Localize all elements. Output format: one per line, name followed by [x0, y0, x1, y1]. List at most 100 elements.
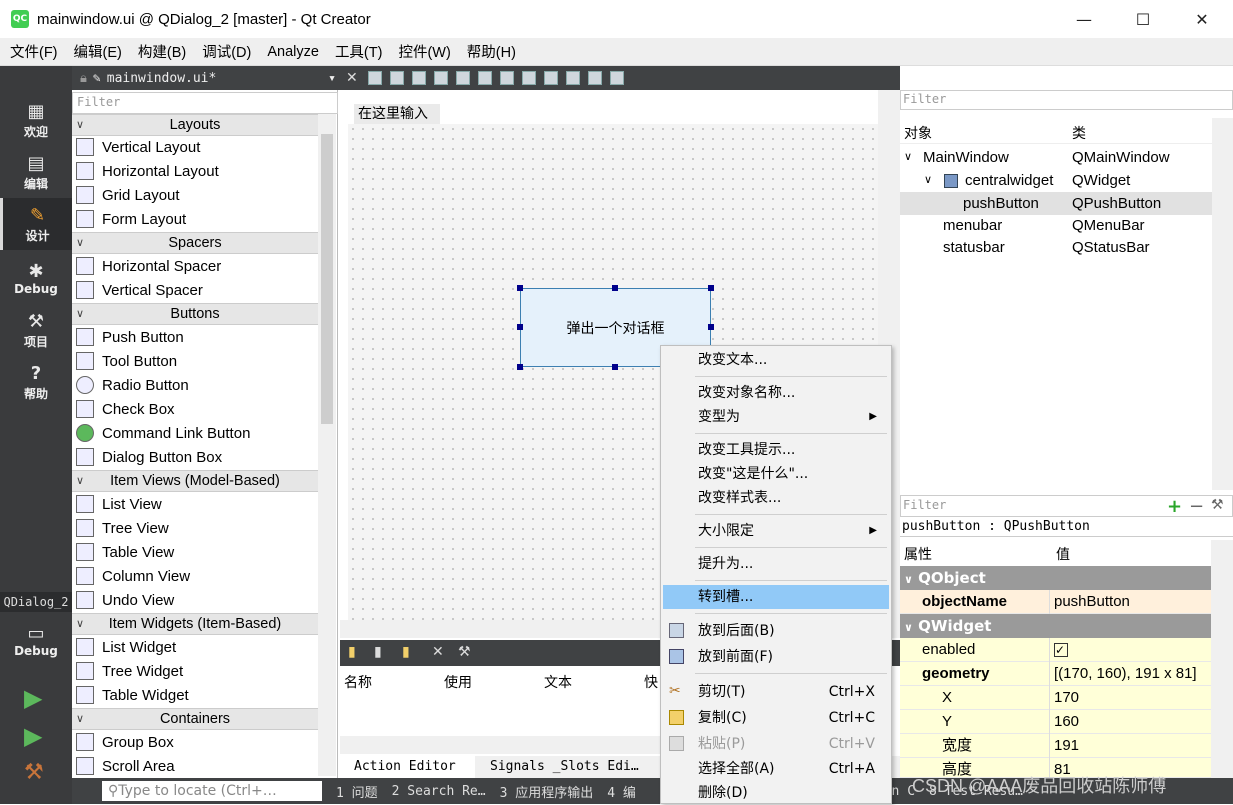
widget-column-view[interactable]: Column View [72, 564, 318, 588]
property-row[interactable]: enabled ✓ [900, 638, 1211, 662]
menu-debug[interactable]: 调试(D) [194, 41, 259, 62]
category-spacers[interactable]: ∨ Spacers [72, 232, 318, 254]
header-property[interactable]: 属性 [904, 544, 932, 564]
widget-tree-widget[interactable]: Tree Widget [72, 659, 318, 683]
edit-widgets-icon[interactable] [367, 71, 382, 85]
widget-table-widget[interactable]: Table Widget [72, 683, 318, 707]
widget-tree-view[interactable]: Tree View [72, 516, 318, 540]
column-header-used[interactable]: 使用 [444, 672, 472, 692]
menu-cut[interactable]: ✂ 剪切(T) Ctrl+X [663, 680, 889, 704]
delete-action-icon[interactable]: ✕ [432, 644, 444, 660]
widget-group-box[interactable]: Group Box [72, 730, 318, 754]
tree-row-selected[interactable]: pushButton QPushButton [900, 192, 1212, 215]
close-document-icon[interactable]: ✕ [346, 70, 358, 86]
menu-bring-to-front[interactable]: 放到前面(F) [663, 645, 889, 669]
add-property-icon[interactable]: + [1167, 496, 1182, 517]
mode-help[interactable]: ? 帮助 [0, 356, 72, 408]
mode-debug[interactable]: ✱ Debug [0, 252, 72, 304]
menu-change-tooltip[interactable]: 改变工具提示... [663, 438, 889, 462]
menu-edit[interactable]: 编辑(E) [66, 41, 130, 62]
menu-type-here[interactable]: 在这里输入 [354, 104, 440, 124]
widget-filter-input[interactable]: Filter [72, 92, 338, 114]
column-header-text[interactable]: 文本 [544, 672, 572, 692]
locator-input[interactable]: ⚲ Type to locate (Ctrl+… [102, 781, 322, 801]
widget-check-box[interactable]: Check Box [72, 397, 318, 421]
mode-projects[interactable]: ⚒ 项目 [0, 304, 72, 356]
run-icon[interactable]: ▶ [24, 684, 42, 712]
tab-application-output[interactable]: 3 应用程序输出 [500, 782, 594, 801]
mode-design[interactable]: ✎ 设计 [0, 198, 72, 250]
object-filter-input[interactable]: Filter [900, 90, 1233, 110]
remove-property-icon[interactable]: − [1189, 496, 1204, 517]
menu-go-to-slot[interactable]: 转到槽... [663, 585, 889, 609]
widget-command-link-button[interactable]: Command Link Button [72, 421, 318, 445]
widget-vertical-spacer[interactable]: Vertical Spacer [72, 278, 318, 302]
menu-change-object-name[interactable]: 改变对象名称... [663, 381, 889, 405]
property-group-qobject[interactable]: ∨ QObject [900, 566, 1211, 590]
widget-vertical-layout[interactable]: Vertical Layout [72, 135, 318, 159]
widget-tool-button[interactable]: Tool Button [72, 349, 318, 373]
resize-handle[interactable] [612, 364, 618, 370]
object-inspector-scrollbar[interactable] [1212, 118, 1233, 490]
tab-issues[interactable]: 1 问题 [336, 782, 378, 801]
widget-grid-layout[interactable]: Grid Layout [72, 183, 318, 207]
tab-signals-slots[interactable]: Signals _Slots Edi… [490, 756, 639, 778]
menu-copy[interactable]: 复制(C) Ctrl+C [663, 706, 889, 730]
menu-size-constraints[interactable]: 大小限定 ▶ [663, 519, 889, 543]
kit-project-name[interactable]: QDialog_2 [0, 592, 72, 612]
property-editor-scrollbar[interactable] [1211, 540, 1233, 778]
resize-handle[interactable] [612, 285, 618, 291]
property-row[interactable]: 宽度 191 [900, 734, 1211, 758]
open-document-name[interactable]: mainwindow.ui* [107, 71, 217, 86]
column-header-name[interactable]: 名称 [344, 672, 372, 692]
tree-row[interactable]: ∨ MainWindow QMainWindow [900, 146, 1212, 169]
debug-run-icon[interactable]: ▶ [24, 722, 42, 750]
edit-tab-order-icon[interactable] [433, 71, 448, 85]
menu-paste[interactable]: 粘贴(P) Ctrl+V [663, 732, 889, 756]
widget-box-scrollbar[interactable] [318, 114, 336, 776]
edit-buddies-icon[interactable] [411, 71, 426, 85]
tree-row[interactable]: statusbar QStatusBar [900, 236, 1212, 259]
category-containers[interactable]: ∨ Containers [72, 708, 318, 730]
widget-dialog-button-box[interactable]: Dialog Button Box [72, 445, 318, 469]
menu-build[interactable]: 构建(B) [130, 41, 194, 62]
resize-handle[interactable] [517, 324, 523, 330]
tree-row[interactable]: menubar QMenuBar [900, 214, 1212, 237]
widget-list-view[interactable]: List View [72, 492, 318, 516]
menu-analyze[interactable]: Analyze [259, 44, 327, 60]
tab-search-results[interactable]: 2 Search Re… [392, 784, 486, 799]
menu-change-text[interactable]: 改变文本... [663, 348, 889, 372]
menu-send-to-back[interactable]: 放到后面(B) [663, 619, 889, 643]
menu-tools[interactable]: 工具(T) [327, 41, 391, 62]
kit-selector[interactable]: ▭ Debug [0, 614, 72, 666]
widget-undo-view[interactable]: Undo View [72, 588, 318, 612]
enabled-checkbox[interactable]: ✓ [1054, 643, 1068, 657]
adjust-size-icon[interactable] [609, 71, 624, 85]
edit-signals-icon[interactable] [389, 71, 404, 85]
property-row[interactable]: Y 160 [900, 710, 1211, 734]
layout-grid-icon[interactable] [565, 71, 580, 85]
tab-action-editor[interactable]: Action Editor [340, 756, 475, 778]
build-hammer-icon[interactable]: ⚒ [24, 760, 44, 785]
property-group-qwidget[interactable]: ∨ QWidget [900, 614, 1211, 638]
widget-push-button[interactable]: Push Button [72, 325, 318, 349]
minimize-button[interactable]: — [1061, 0, 1107, 38]
widget-table-view[interactable]: Table View [72, 540, 318, 564]
layout-splitter-v-icon[interactable] [521, 71, 536, 85]
menu-promote-to[interactable]: 提升为... [663, 552, 889, 576]
menu-select-all[interactable]: 选择全部(A) Ctrl+A [663, 757, 889, 781]
category-item-widgets[interactable]: ∨ Item Widgets (Item-Based) [72, 613, 318, 635]
property-row[interactable]: X 170 [900, 686, 1211, 710]
menu-morph-into[interactable]: 变型为 ▶ [663, 405, 889, 429]
layout-vertical-icon[interactable] [477, 71, 492, 85]
menu-help[interactable]: 帮助(H) [459, 41, 524, 62]
mode-welcome[interactable]: ▦ 欢迎 [0, 94, 72, 146]
close-button[interactable]: ✕ [1179, 0, 1225, 38]
category-item-views[interactable]: ∨ Item Views (Model-Based) [72, 470, 318, 492]
layout-splitter-h-icon[interactable] [499, 71, 514, 85]
new-action-icon[interactable]: ▮ [348, 644, 356, 660]
configure-icon[interactable]: ⚒ [458, 644, 471, 660]
copy-action-icon[interactable]: ▮ [374, 644, 382, 660]
layout-horizontal-icon[interactable] [455, 71, 470, 85]
category-buttons[interactable]: ∨ Buttons [72, 303, 318, 325]
